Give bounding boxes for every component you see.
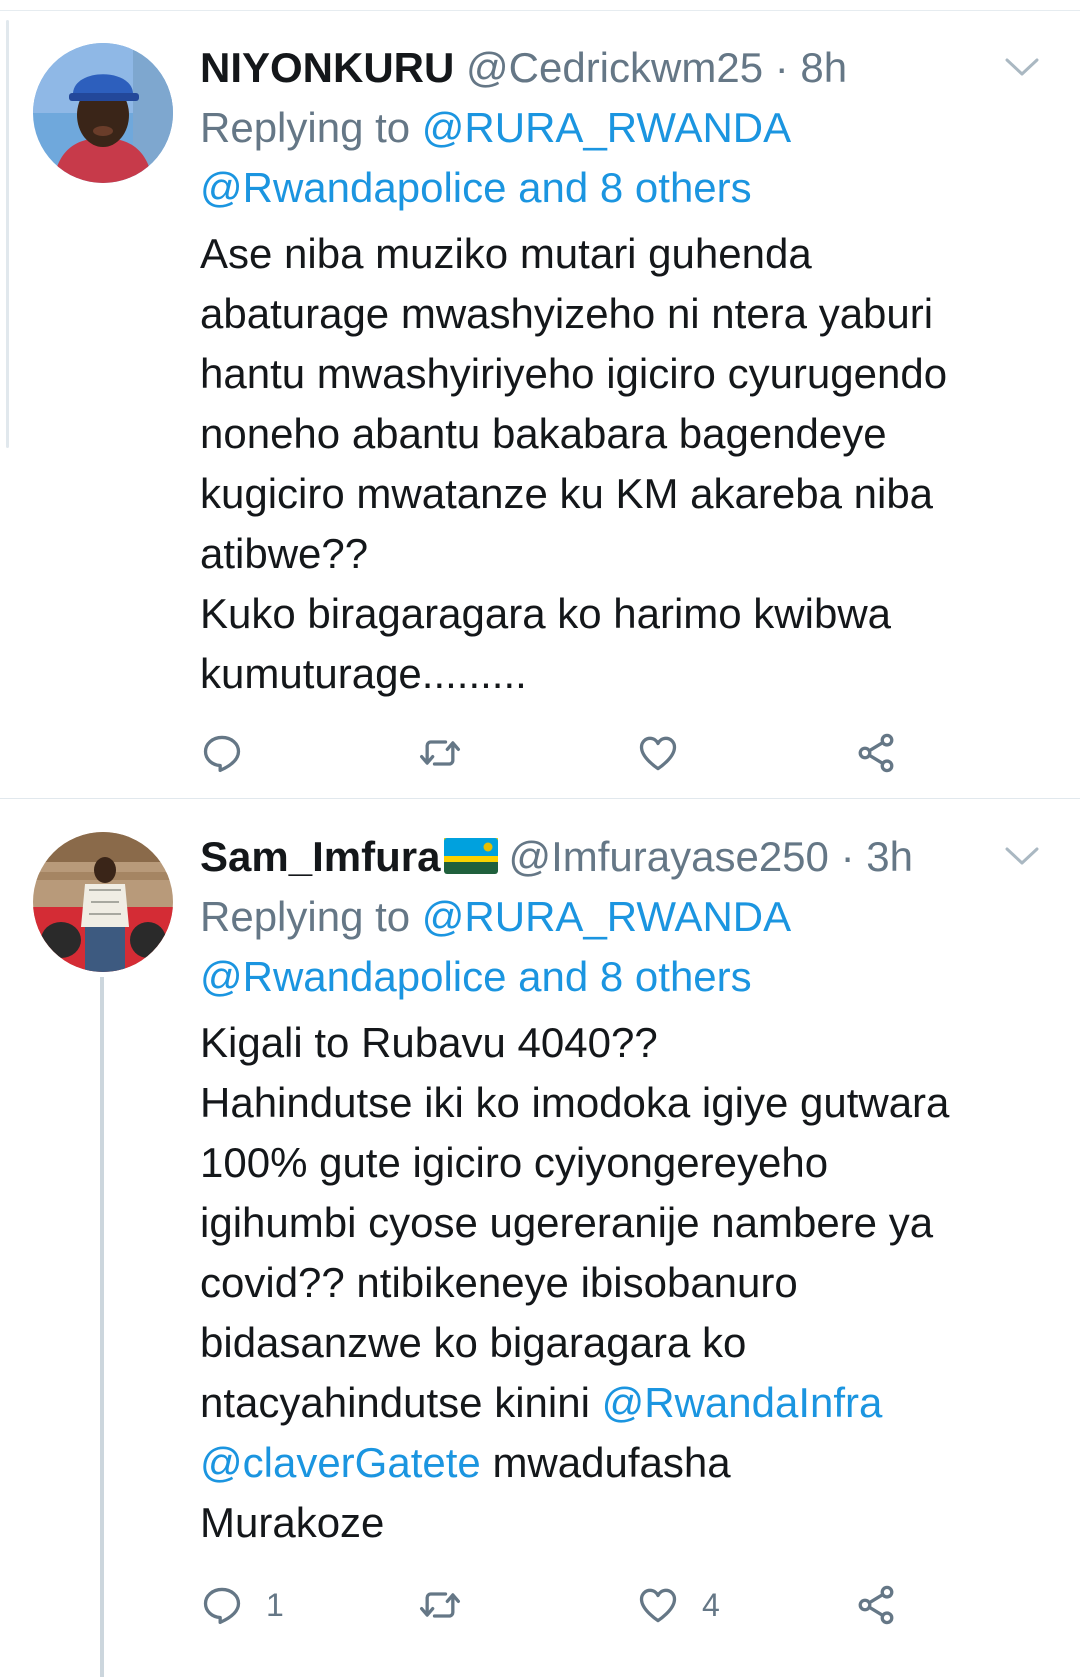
tweet-text-line: igihumbi cyose ugereranije nambere ya xyxy=(200,1199,934,1246)
thread-connector xyxy=(100,977,104,1677)
tweet-content: NIYONKURU @Cedrickwm25 · 8h Replying to … xyxy=(200,38,1030,704)
mention-link[interactable]: @Rwandapolice xyxy=(200,953,506,1000)
tweet-text-span: mwadufasha xyxy=(492,1439,731,1486)
timestamp[interactable]: 8h xyxy=(800,44,847,91)
tweet-content: Sam_Imfura @Imfurayase250 · 3h Replying … xyxy=(200,827,1030,1553)
separator-dot: · xyxy=(774,44,789,91)
replying-to: Replying to @RURA_RWANDA xyxy=(200,98,1030,158)
share-button[interactable] xyxy=(854,723,898,783)
retweet-button[interactable] xyxy=(418,723,462,783)
tweet-text-line: atibwe?? xyxy=(200,530,369,577)
tweet-text-line: @claverGatete mwadufasha xyxy=(200,1433,1030,1493)
reply-button[interactable] xyxy=(200,723,266,783)
others-link[interactable]: 8 others xyxy=(600,953,752,1000)
tweet-text-line: Kuko biragaragara ko harimo kwibwa xyxy=(200,590,892,637)
avatar[interactable] xyxy=(33,832,173,972)
replying-to-label: Replying to xyxy=(200,104,411,151)
share-icon xyxy=(858,733,894,773)
and-label[interactable]: and xyxy=(518,953,588,1000)
retweet-icon xyxy=(420,740,460,766)
tweet-text-span: ntacyahindutse kinini xyxy=(200,1379,590,1426)
tweet-text-line: hantu mwashyiriyeho igiciro cyurugendo xyxy=(200,350,948,397)
tweet-text-line: Ase niba muziko mutari guhenda xyxy=(200,230,812,277)
reply-icon xyxy=(203,1587,241,1625)
replying-to: Replying to @RURA_RWANDA xyxy=(200,887,1030,947)
share-button[interactable] xyxy=(854,1575,898,1635)
tweet-card[interactable]: Sam_Imfura @Imfurayase250 · 3h Replying … xyxy=(0,799,1080,1677)
heart-icon xyxy=(639,736,677,771)
tweet-text-line: kumuturage......... xyxy=(200,650,527,697)
rwanda-flag-icon xyxy=(444,837,499,874)
reply-count: 1 xyxy=(266,1586,284,1623)
chevron-down-icon[interactable] xyxy=(1004,56,1040,78)
mention-link[interactable]: @RURA_RWANDA xyxy=(422,893,791,940)
tweet-text-line: 100% gute igiciro cyiyongereyeho xyxy=(200,1139,829,1186)
avatar[interactable] xyxy=(33,43,173,183)
like-button[interactable] xyxy=(636,723,702,783)
others-link[interactable]: 8 others xyxy=(600,164,752,211)
avatar-image-icon xyxy=(33,43,173,183)
tweet-text-line: kugiciro mwatanze ku KM akareba niba xyxy=(200,470,934,517)
mention-link[interactable]: @claverGatete xyxy=(200,1439,481,1486)
separator-dot: · xyxy=(840,833,855,880)
like-count: 4 xyxy=(702,1586,720,1623)
retweet-button[interactable] xyxy=(418,1575,462,1635)
tweet-header: NIYONKURU @Cedrickwm25 · 8h xyxy=(200,38,1030,98)
reply-button[interactable]: 1 xyxy=(200,1575,284,1635)
tweet-text: Ase niba muziko mutari guhenda abaturage… xyxy=(200,224,1030,704)
tweet-text-line: covid?? ntibikeneye ibisobanuro xyxy=(200,1259,798,1306)
mention-link[interactable]: @RURA_RWANDA xyxy=(422,104,791,151)
tweet-text-line: Murakoze xyxy=(200,1499,385,1546)
display-name[interactable]: Sam_Imfura xyxy=(200,833,440,880)
tweet-text-line: ntacyahindutse kinini @RwandaInfra xyxy=(200,1373,1030,1433)
tweet-text: Kigali to Rubavu 4040?? Hahindutse iki k… xyxy=(200,1013,1030,1553)
replying-to-continued: @Rwandapolice and 8 others xyxy=(200,158,1030,218)
display-name[interactable]: NIYONKURU xyxy=(200,44,454,91)
tweet-text-line: Hahindutse iki ko imodoka igiye gutwara xyxy=(200,1079,950,1126)
avatar-image-icon xyxy=(33,832,173,972)
tweet-text-line: noneho abantu bakabara bagendeye xyxy=(200,410,887,457)
retweet-icon xyxy=(420,1592,460,1618)
user-handle[interactable]: @Imfurayase250 xyxy=(508,833,828,880)
tweet-header: Sam_Imfura @Imfurayase250 · 3h xyxy=(200,827,1030,887)
tweet-actions: 1 4 xyxy=(200,1575,920,1635)
heart-icon xyxy=(639,1588,677,1623)
tweet-actions xyxy=(200,723,920,783)
replying-to-label: Replying to xyxy=(200,893,411,940)
and-label[interactable]: and xyxy=(518,164,588,211)
user-handle[interactable]: @Cedrickwm25 xyxy=(466,44,763,91)
replying-to-continued: @Rwandapolice and 8 others xyxy=(200,947,1030,1007)
tweet-text-line: bidasanzwe ko bigaragara ko xyxy=(200,1319,747,1366)
chevron-down-icon[interactable] xyxy=(1004,845,1040,867)
tweet-text-line: Kigali to Rubavu 4040?? xyxy=(200,1019,658,1066)
timestamp[interactable]: 3h xyxy=(866,833,913,880)
reply-icon xyxy=(203,735,241,773)
share-icon xyxy=(858,1585,894,1625)
like-button[interactable]: 4 xyxy=(636,1575,720,1635)
mention-link[interactable]: @RwandaInfra xyxy=(602,1379,883,1426)
mention-link[interactable]: @Rwandapolice xyxy=(200,164,506,211)
tweet-card[interactable]: NIYONKURU @Cedrickwm25 · 8h Replying to … xyxy=(0,10,1080,798)
tweet-text-line: abaturage mwashyizeho ni ntera yaburi xyxy=(200,290,934,337)
